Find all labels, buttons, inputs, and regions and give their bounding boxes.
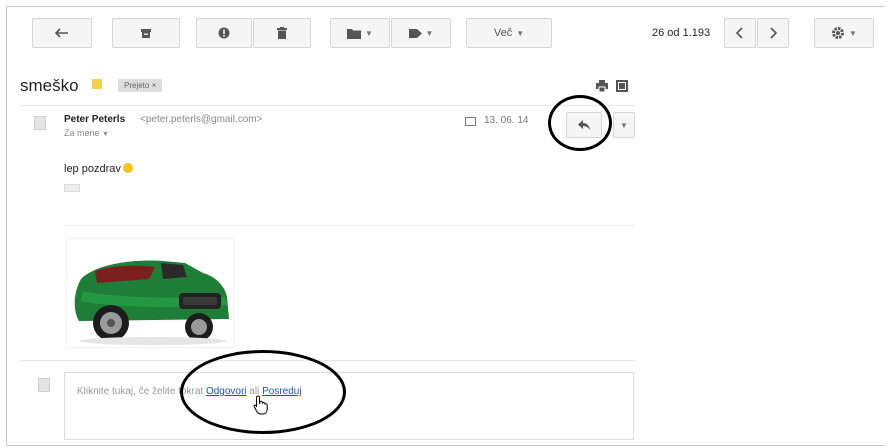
message-body: lep pozdrav (64, 163, 133, 175)
archive-icon (141, 28, 151, 38)
chevron-down-icon: ▼ (365, 28, 373, 38)
archive-button[interactable] (112, 18, 180, 48)
avatar (34, 116, 46, 130)
reply-box[interactable]: Kliknite tukaj, če želite tokrat Odgovor… (64, 372, 634, 440)
green-car-image (74, 260, 230, 345)
expand-icon[interactable] (616, 80, 628, 92)
reply-button[interactable] (566, 112, 602, 138)
chevron-down-icon: ▼ (849, 28, 857, 38)
chevron-right-icon (770, 27, 777, 39)
chevron-left-icon (736, 27, 743, 39)
reply-icon (578, 120, 590, 130)
divider (20, 105, 635, 106)
hand-cursor-icon (253, 395, 268, 415)
newer-button[interactable] (724, 18, 756, 48)
label-text: Prejeto (124, 81, 150, 90)
recipient-label: Za mene (64, 128, 100, 138)
important-marker[interactable] (92, 79, 102, 89)
move-to-button[interactable]: ▼ (330, 18, 390, 48)
chevron-down-icon: ▼ (425, 28, 434, 38)
attachment-image[interactable] (66, 238, 234, 348)
message-more-button[interactable]: ▼ (613, 112, 635, 138)
smiley-emoji-icon (122, 163, 133, 173)
trash-icon (277, 27, 287, 39)
back-arrow-icon (55, 28, 68, 38)
older-button[interactable] (757, 18, 789, 48)
settings-button[interactable]: ▼ (814, 18, 874, 48)
spam-button[interactable] (196, 18, 252, 48)
body-text: lep pozdrav (64, 163, 121, 175)
sender-name: Peter Peterls (64, 114, 126, 125)
chevron-down-icon: ▼ (620, 120, 628, 130)
gear-icon (832, 27, 845, 39)
more-button[interactable]: Več ▼ (466, 18, 552, 48)
back-button[interactable] (32, 18, 92, 48)
reply-link[interactable]: Odgovori (206, 386, 247, 397)
spam-icon (218, 27, 230, 39)
sender-email: <peter.peterls@gmail.com> (140, 114, 263, 125)
print-icon[interactable] (596, 80, 608, 92)
inbox-label-tag[interactable]: Prejeto × (118, 79, 163, 92)
show-trimmed-content-button[interactable] (64, 184, 80, 192)
calendar-icon (465, 117, 476, 126)
reply-prompt-text: Kliknite tukaj, če želite tokrat (77, 386, 206, 397)
divider (64, 225, 634, 226)
email-subject: smeško (20, 76, 79, 95)
pagination-count: 26 od 1.193 (652, 27, 711, 39)
labels-button[interactable]: ▼ (391, 18, 451, 48)
tag-icon (408, 28, 422, 38)
message-date: 13. 06. 14 (484, 115, 529, 126)
chevron-down-icon: ▼ (102, 131, 109, 138)
avatar (38, 378, 50, 392)
divider (20, 360, 635, 361)
recipient-toggle[interactable]: Za mene ▼ (64, 128, 109, 138)
delete-button[interactable] (253, 18, 311, 48)
more-label: Več (493, 27, 513, 39)
folder-icon (347, 28, 362, 39)
chevron-down-icon: ▼ (516, 28, 525, 38)
